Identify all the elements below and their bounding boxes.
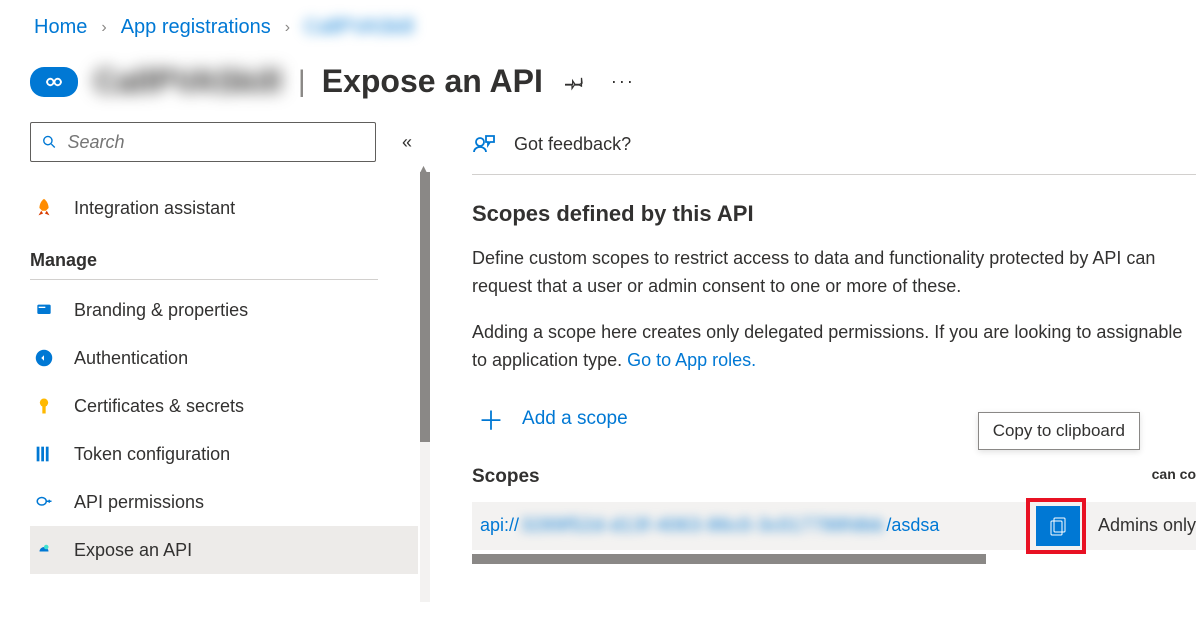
sidebar-item-label: Token configuration [74,444,230,465]
body-text-1: Define custom scopes to restrict access … [472,245,1196,301]
sidebar-item-api-permissions[interactable]: API permissions [30,478,430,526]
feedback-button[interactable]: Got feedback? [472,132,1196,175]
plus-icon: ＋ [478,401,504,438]
app-name: CallPVASkill [94,63,282,100]
sidebar-item-label: Branding & properties [74,300,248,321]
sidebar-item-label: Integration assistant [74,198,235,219]
feedback-label: Got feedback? [514,134,631,155]
sidebar-item-label: Expose an API [74,540,192,561]
copy-icon [1046,514,1070,538]
search-box[interactable] [30,122,376,162]
add-scope-label: Add a scope [522,408,628,430]
scope-row[interactable]: api://3289f52d-d13f-4063-86c0-3c017788fd… [472,502,1196,550]
feedback-icon [472,132,496,156]
authentication-icon [32,346,56,370]
rocket-icon [32,196,56,220]
copy-tooltip: Copy to clipboard [978,412,1140,450]
copy-to-clipboard-button[interactable] [1036,506,1080,546]
sidebar-item-label: Certificates & secrets [74,396,244,417]
go-to-app-roles-link[interactable]: Go to App roles. [627,350,756,370]
scrollbar-thumb[interactable] [420,172,430,442]
breadcrumb-current[interactable]: CallPVASkill [304,16,414,39]
main-content: Got feedback? Scopes defined by this API… [430,122,1196,603]
section-title: Scopes defined by this API [472,201,1196,227]
sidebar-item-label: API permissions [74,492,204,513]
body-text-2: Adding a scope here creates only delegat… [472,319,1196,375]
chevron-right-icon: › [285,19,290,37]
sidebar-item-branding[interactable]: Branding & properties [30,286,430,334]
sidebar-item-certificates-secrets[interactable]: Certificates & secrets [30,382,430,430]
branding-icon [32,298,56,322]
who-can-consent-column-header: can co [1152,466,1196,482]
collapse-sidebar-button[interactable]: « [402,132,412,153]
scrollbar-horizontal[interactable] [472,554,986,564]
scope-uri[interactable]: api://3289f52d-d13f-4063-86c0-3c017788fd… [480,515,939,536]
breadcrumb-home[interactable]: Home [34,16,87,39]
sidebar-section-manage: Manage [30,232,378,280]
who-can-consent-value: Admins only [1098,515,1196,536]
scroll-up-icon[interactable]: ▴ [420,160,430,170]
scopes-column-header: Scopes [472,466,1196,488]
sidebar-item-token-configuration[interactable]: Token configuration [30,430,430,478]
expose-api-icon [32,538,56,562]
sidebar-item-integration-assistant[interactable]: Integration assistant [30,184,430,232]
scrollbar-vertical[interactable] [420,172,430,602]
key-icon [32,394,56,418]
search-input[interactable] [68,132,365,153]
page-title: Expose an API [322,63,543,100]
breadcrumb-app-registrations[interactable]: App registrations [121,16,271,39]
separator: | [298,65,306,99]
search-icon [41,133,58,151]
app-icon [30,67,78,97]
page-header: CallPVASkill | Expose an API ··· [0,51,1196,122]
chevron-right-icon: › [101,19,106,37]
token-icon [32,442,56,466]
breadcrumb: Home › App registrations › CallPVASkill [0,0,1196,51]
sidebar-item-expose-api[interactable]: Expose an API [30,526,418,574]
more-button[interactable]: ··· [607,66,639,98]
sidebar-item-authentication[interactable]: Authentication [30,334,430,382]
sidebar-item-label: Authentication [74,348,188,369]
api-permissions-icon [32,490,56,514]
sidebar: « Integration assistant Manage Branding … [0,122,430,603]
pin-button[interactable] [559,66,591,98]
